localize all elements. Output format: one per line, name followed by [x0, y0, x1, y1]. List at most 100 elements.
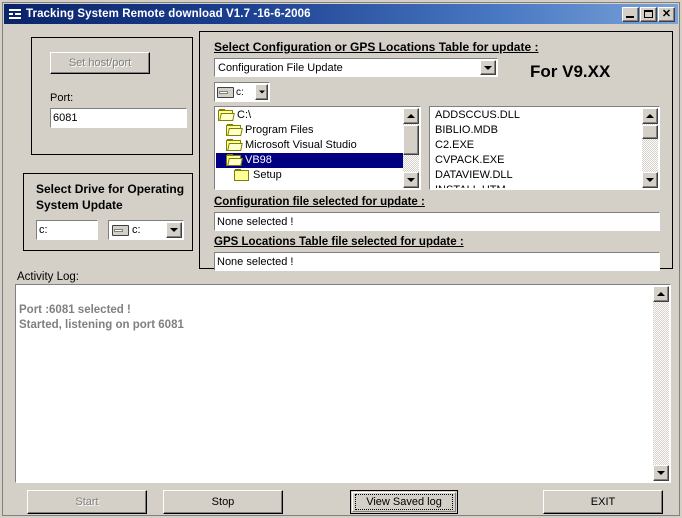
- file-list-item[interactable]: C2.EXE: [431, 138, 642, 153]
- update-drive-combo[interactable]: c:: [214, 82, 270, 102]
- file-list-item[interactable]: CVPACK.EXE: [431, 153, 642, 168]
- scroll-down-button[interactable]: [653, 465, 669, 481]
- folder-open-icon: [226, 139, 243, 152]
- tree-item-label: Microsoft Visual Studio: [245, 139, 357, 151]
- tree-item[interactable]: Setup: [216, 168, 403, 183]
- drive-combo-left-arrow[interactable]: [166, 222, 182, 238]
- tree-item[interactable]: Program Files: [216, 123, 403, 138]
- file-list-item[interactable]: ADDSCCUS.DLL: [431, 108, 642, 123]
- scroll-up-button[interactable]: [653, 286, 669, 302]
- file-list-item[interactable]: BIBLIO.MDB: [431, 123, 642, 138]
- scroll-down-button[interactable]: [403, 172, 419, 188]
- update-mode-combo[interactable]: Configuration File Update: [214, 58, 498, 77]
- activity-log-scrollbar[interactable]: [653, 286, 669, 481]
- host-port-panel: Set host/port Port: 6081: [31, 37, 193, 155]
- version-note: For V9.XX: [530, 62, 611, 81]
- file-list-item-label: CVPACK.EXE: [435, 154, 505, 166]
- drive-disk-icon: [112, 224, 129, 236]
- file-list-item-label: INSTALL.HTM: [435, 183, 506, 188]
- maximize-button[interactable]: [640, 6, 657, 22]
- scroll-thumb[interactable]: [642, 125, 658, 139]
- application-window: Tracking System Remote download V1.7 -16…: [0, 0, 682, 518]
- chevron-down-icon: [484, 65, 492, 70]
- file-list-item-label: DATAVIEW.DLL: [435, 169, 513, 181]
- drive-text-value: c:: [39, 224, 48, 236]
- file-list-item-label: BIBLIO.MDB: [435, 124, 498, 136]
- tree-item[interactable]: Microsoft Visual Studio: [216, 138, 403, 153]
- file-list-items: ADDSCCUS.DLL BIBLIO.MDB C2.EXE CVPACK.EXE DA…: [431, 108, 642, 188]
- update-drive-value: c:: [236, 86, 244, 98]
- minimize-icon: [626, 15, 634, 18]
- maximize-icon: [644, 9, 653, 18]
- gps-selected-label: GPS Locations Table file selected for up…: [214, 236, 464, 248]
- tree-item-label: VB98: [245, 154, 272, 166]
- update-mode-value: Configuration File Update: [218, 61, 343, 74]
- chevron-down-icon: [258, 90, 265, 94]
- drive-disk-icon: [217, 86, 234, 98]
- gps-selected-value: None selected !: [217, 255, 294, 268]
- arrow-up-icon: [646, 114, 654, 118]
- config-selected-value: None selected !: [217, 215, 294, 228]
- view-saved-log-button[interactable]: View Saved log: [350, 490, 458, 514]
- drive-combo-left[interactable]: c:: [108, 220, 184, 240]
- minimize-button[interactable]: [622, 6, 639, 22]
- scroll-up-button[interactable]: [642, 108, 658, 124]
- tree-item[interactable]: VB98: [216, 153, 403, 168]
- folder-open-icon: [218, 109, 235, 122]
- file-list-item-label: ADDSCCUS.DLL: [435, 109, 520, 121]
- port-input[interactable]: 6081: [50, 108, 187, 128]
- directory-tree-items: C:\ Program Files Microsoft Visual Studio V…: [216, 108, 403, 188]
- update-selection-panel: Select Configuration or GPS Locations Ta…: [199, 31, 673, 271]
- start-button[interactable]: Start: [27, 490, 147, 514]
- file-list-scrollbar[interactable]: [642, 108, 658, 188]
- update-drive-arrow[interactable]: [255, 84, 268, 100]
- tree-item-label: C:\: [237, 109, 252, 121]
- exit-button[interactable]: EXIT: [543, 490, 663, 514]
- directory-tree[interactable]: C:\ Program Files Microsoft Visual Studio V…: [214, 106, 421, 190]
- stop-button[interactable]: Stop: [163, 490, 283, 514]
- window-controls: ✕: [622, 6, 676, 22]
- update-panel-header: Select Configuration or GPS Locations Ta…: [214, 40, 539, 54]
- folder-closed-icon: [234, 169, 250, 182]
- drive-select-panel: Select Drive for Operating System Update…: [23, 173, 193, 251]
- close-button[interactable]: ✕: [658, 6, 675, 22]
- window-title: Tracking System Remote download V1.7 -16…: [26, 8, 311, 20]
- drive-text-input[interactable]: c:: [36, 220, 98, 240]
- arrow-down-icon: [646, 178, 654, 182]
- app-icon: [7, 6, 23, 22]
- config-selected-label: Configuration file selected for update :: [214, 196, 425, 208]
- arrow-up-icon: [407, 114, 415, 118]
- config-selected-field: None selected !: [214, 212, 660, 231]
- arrow-up-icon: [657, 292, 665, 296]
- file-list-item[interactable]: DATAVIEW.DLL: [431, 168, 642, 183]
- file-list[interactable]: ADDSCCUS.DLL BIBLIO.MDB C2.EXE CVPACK.EXE DA…: [429, 106, 660, 190]
- title-bar[interactable]: Tracking System Remote download V1.7 -16…: [4, 4, 678, 24]
- drive-panel-title-line2: System Update: [36, 198, 123, 212]
- start-label: Start: [75, 496, 99, 508]
- file-list-item[interactable]: INSTALL.HTM: [431, 183, 642, 188]
- tree-item-label: Setup: [253, 169, 282, 181]
- port-value: 6081: [53, 112, 78, 124]
- chevron-down-icon: [170, 228, 178, 232]
- drive-combo-left-value: c:: [132, 224, 141, 236]
- close-icon: ✕: [661, 7, 672, 20]
- scroll-up-button[interactable]: [403, 108, 419, 124]
- tree-item[interactable]: C:\: [216, 108, 403, 123]
- update-mode-arrow[interactable]: [480, 60, 496, 75]
- activity-log-box[interactable]: Port :6081 selected ! Started, listening…: [15, 284, 671, 483]
- directory-tree-scrollbar[interactable]: [403, 108, 419, 188]
- activity-log-text: Port :6081 selected ! Started, listening…: [19, 304, 184, 331]
- scroll-down-button[interactable]: [642, 172, 658, 188]
- stop-label: Stop: [211, 496, 235, 508]
- gps-selected-field: None selected !: [214, 252, 660, 271]
- set-host-port-label: Set host/port: [68, 57, 132, 69]
- scroll-thumb[interactable]: [403, 125, 419, 155]
- folder-open-icon: [226, 154, 243, 167]
- drive-panel-title-line1: Select Drive for Operating: [36, 182, 185, 196]
- exit-label: EXIT: [590, 496, 616, 508]
- arrow-down-icon: [657, 471, 665, 475]
- file-list-item-label: C2.EXE: [435, 139, 475, 151]
- activity-log-label: Activity Log:: [17, 271, 79, 283]
- set-host-port-button[interactable]: Set host/port: [50, 52, 150, 74]
- tree-item-label: Program Files: [245, 124, 314, 136]
